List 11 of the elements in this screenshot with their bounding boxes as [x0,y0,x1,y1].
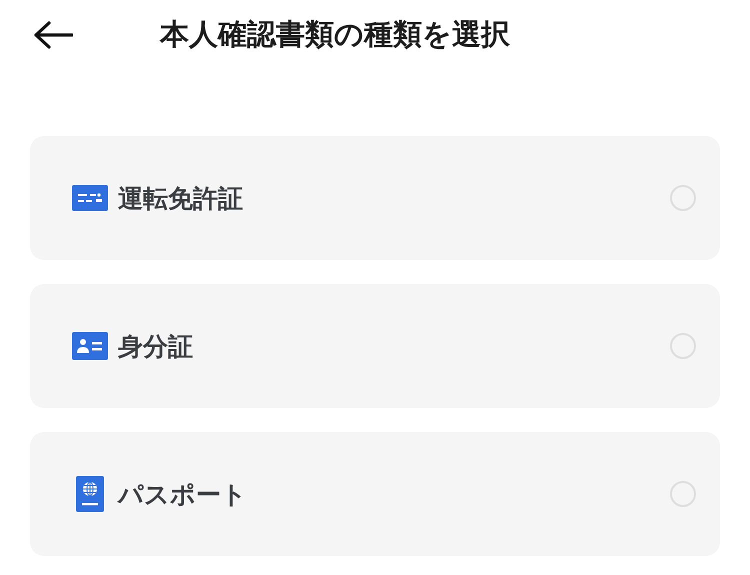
id-card-icon [72,332,108,360]
back-arrow-icon[interactable] [33,21,73,49]
option-card[interactable]: パスポート [30,432,720,556]
page-title: 本人確認書類の種類を選択 [160,16,510,53]
option-card[interactable]: 運転免許証 [30,136,720,260]
option-label: 運転免許証 [118,182,244,214]
option-label: パスポート [118,478,248,510]
license-card-icon [72,185,108,211]
option-label: 身分証 [118,330,194,362]
passport-icon [76,476,104,512]
option-card[interactable]: 身分証 [30,284,720,408]
